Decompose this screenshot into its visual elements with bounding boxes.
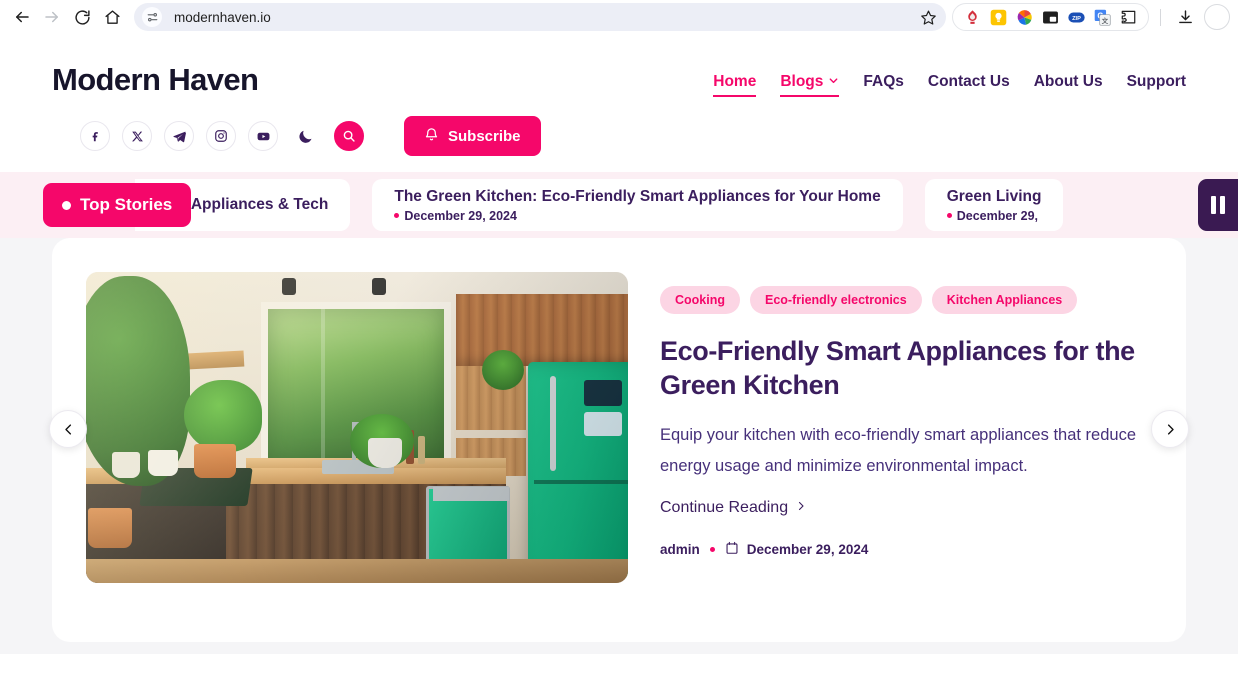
address-bar[interactable]: modernhaven.io	[134, 3, 946, 31]
svg-text:ZIP: ZIP	[1072, 15, 1081, 21]
bullet-dot-icon	[709, 547, 715, 553]
red-stamp-extension-icon[interactable]	[964, 9, 981, 26]
nav-item-contact-us[interactable]: Contact Us	[928, 73, 1010, 97]
featured-post-description: Equip your kitchen with eco-friendly sma…	[660, 426, 1136, 475]
chevron-down-icon	[828, 73, 839, 91]
extensions-pill: ZIP G文	[952, 3, 1149, 31]
nav-label: Blogs	[780, 73, 824, 90]
ticker-item-title: Green Living	[946, 187, 1042, 205]
instagram-icon[interactable]	[206, 121, 236, 151]
telegram-icon[interactable]	[164, 121, 194, 151]
ticker-item-date: December 29,	[946, 208, 1042, 223]
carousel-next-button[interactable]	[1151, 410, 1189, 448]
nav-label: Contact Us	[927, 73, 1010, 90]
main-navigation: Home Blogs FAQs Contact Us About Us Supp…	[713, 62, 1186, 97]
bullet-dot-icon	[946, 213, 952, 218]
top-stories-badge: Top Stories	[43, 183, 192, 227]
nav-label: FAQs	[863, 73, 904, 90]
featured-post-image[interactable]	[86, 272, 628, 583]
site-header: Modern Haven Home Blogs FAQs Contact Us …	[0, 34, 1238, 172]
nav-label: About Us	[1033, 73, 1103, 90]
chevron-right-icon	[795, 499, 807, 517]
toolbar-divider	[1160, 8, 1161, 26]
tag-eco-friendly-electronics[interactable]: Eco-friendly electronics	[750, 286, 922, 314]
featured-post-card: Cooking Eco-friendly electronics Kitchen…	[49, 238, 1189, 642]
live-dot-icon	[62, 200, 71, 210]
back-icon[interactable]	[8, 3, 36, 31]
subscribe-button[interactable]: Subscribe	[404, 116, 541, 156]
calendar-icon	[725, 541, 739, 558]
url-text: modernhaven.io	[174, 9, 271, 25]
browser-toolbar: modernhaven.io ZIP G文	[0, 0, 1238, 34]
featured-post-body: Cooking Eco-friendly electronics Kitchen…	[660, 272, 1152, 602]
page-body: Cooking Eco-friendly electronics Kitchen…	[0, 238, 1238, 654]
puzzle-extensions-icon[interactable]	[1120, 9, 1137, 26]
top-stories-ticker: Top Stories Eco-Friendly Smart Appliance…	[0, 172, 1238, 238]
pause-icon	[1220, 196, 1225, 214]
bookmark-star-icon[interactable]	[914, 3, 942, 31]
nav-label: Home	[713, 73, 757, 90]
reload-icon[interactable]	[68, 3, 96, 31]
continue-reading-link[interactable]: Continue Reading	[660, 499, 807, 517]
nav-item-faqs[interactable]: FAQs	[863, 73, 903, 97]
top-stories-label: Top Stories	[80, 195, 173, 214]
ticker-pause-button[interactable]	[1198, 179, 1238, 231]
nav-item-about-us[interactable]: About Us	[1034, 73, 1103, 97]
profile-avatar[interactable]	[1204, 4, 1230, 30]
kitchen-illustration	[86, 272, 628, 583]
forward-icon[interactable]	[38, 3, 66, 31]
chevron-left-icon	[64, 423, 71, 435]
nav-item-home[interactable]: Home	[713, 73, 757, 97]
featured-post-meta: admin December 29, 2024	[660, 541, 1152, 558]
home-icon[interactable]	[98, 3, 126, 31]
ticker-item[interactable]: The Green Kitchen: Eco-Friendly Smart Ap…	[372, 179, 903, 231]
carousel-prev-button[interactable]	[49, 410, 87, 448]
site-info-icon[interactable]	[142, 7, 162, 27]
color-wheel-extension-icon[interactable]	[1016, 9, 1033, 26]
nav-item-support[interactable]: Support	[1127, 73, 1186, 97]
chevron-right-icon	[1167, 423, 1174, 435]
x-twitter-icon[interactable]	[122, 121, 152, 151]
svg-text:文: 文	[1102, 15, 1109, 24]
zip-extension-icon[interactable]: ZIP	[1068, 9, 1085, 26]
pause-icon	[1211, 196, 1216, 214]
facebook-icon[interactable]	[80, 121, 110, 151]
lightbulb-extension-icon[interactable]	[990, 9, 1007, 26]
author-name[interactable]: admin	[660, 542, 700, 557]
picture-in-picture-extension-icon[interactable]	[1042, 9, 1059, 26]
ticker-item[interactable]: Green Living December 29,	[924, 179, 1064, 231]
tag-list: Cooking Eco-friendly electronics Kitchen…	[660, 286, 1152, 314]
featured-post-title[interactable]: Eco-Friendly Smart Appliances for the Gr…	[660, 334, 1152, 402]
nav-label: Support	[1126, 73, 1186, 90]
bell-icon	[424, 127, 439, 146]
ticker-track: Eco-Friendly Smart Appliances & Tech The…	[135, 177, 1238, 233]
nav-item-blogs[interactable]: Blogs	[780, 73, 840, 97]
download-icon[interactable]	[1172, 4, 1198, 30]
ticker-item-date: December 29, 2024	[394, 209, 880, 223]
post-date-text: December 29, 2024	[746, 542, 869, 558]
tag-kitchen-appliances[interactable]: Kitchen Appliances	[931, 286, 1078, 314]
subscribe-label: Subscribe	[448, 127, 521, 145]
ticker-date-text: December 29, 2024	[404, 208, 517, 223]
site-logo[interactable]: Modern Haven	[52, 62, 259, 98]
search-icon[interactable]	[334, 121, 364, 151]
ticker-date-text: December 29,	[956, 208, 1039, 223]
tag-cooking[interactable]: Cooking	[660, 286, 740, 314]
google-translate-extension-icon[interactable]: G文	[1094, 9, 1111, 26]
bullet-dot-icon	[394, 213, 400, 218]
continue-reading-label: Continue Reading	[660, 499, 789, 517]
dark-mode-moon-icon[interactable]	[290, 121, 320, 151]
post-date: December 29, 2024	[725, 541, 869, 558]
social-and-actions-row: Subscribe	[52, 98, 1186, 172]
ticker-item-title: The Green Kitchen: Eco-Friendly Smart Ap…	[394, 187, 881, 205]
youtube-icon[interactable]	[248, 121, 278, 151]
